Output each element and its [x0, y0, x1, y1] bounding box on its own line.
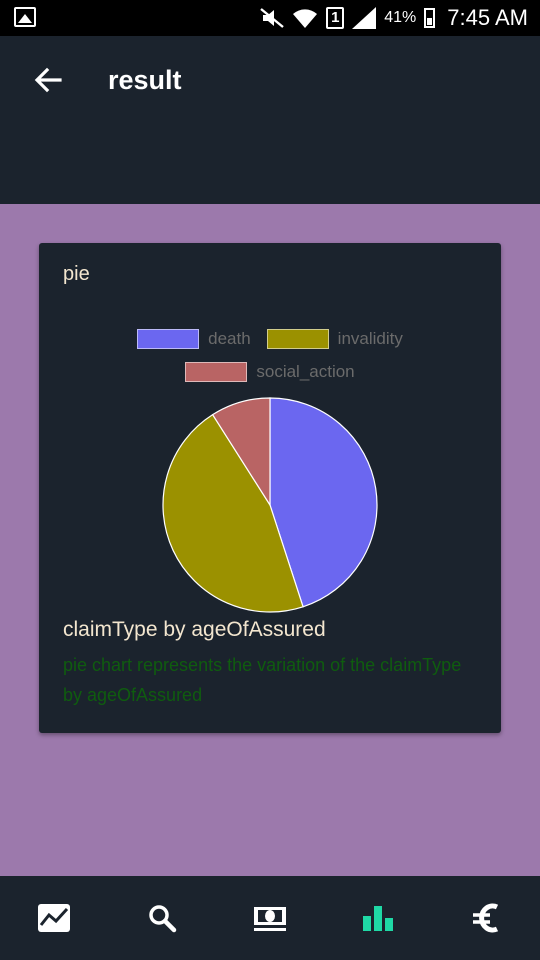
chart-legend: death invalidity social_action [39, 327, 501, 393]
status-icons: 1 41% 7:45 AM [260, 0, 528, 36]
wifi-icon [293, 9, 318, 28]
nav-trend-button[interactable] [27, 891, 81, 945]
pie-svg [162, 397, 378, 613]
nav-euro-button[interactable] [459, 891, 513, 945]
back-button[interactable] [30, 62, 66, 98]
chart-card: pie death invalidity social_action claim… [39, 243, 501, 733]
page-title: result [108, 65, 182, 95]
legend-item-death[interactable]: death [137, 329, 251, 349]
legend-item-social-action[interactable]: social_action [185, 362, 355, 382]
gallery-icon [14, 7, 36, 27]
legend-label: social_action [256, 362, 355, 381]
app-bar: result [0, 36, 540, 204]
nav-search-button[interactable] [135, 891, 189, 945]
money-icon [254, 907, 286, 931]
pie-chart [160, 395, 380, 615]
legend-label: death [208, 329, 251, 348]
clock: 7:45 AM [447, 5, 528, 30]
sim-slot-icon: 1 [326, 7, 345, 29]
legend-swatch [185, 362, 248, 382]
nav-money-button[interactable] [243, 891, 297, 945]
legend-row: social_action [39, 360, 501, 384]
signal-icon [352, 7, 377, 29]
status-bar: 1 41% 7:45 AM [0, 0, 540, 36]
battery-icon [424, 8, 436, 28]
bottom-nav [0, 876, 540, 960]
legend-swatch [137, 329, 200, 349]
arrow-left-icon [34, 67, 62, 93]
legend-row: death invalidity [39, 327, 501, 351]
legend-label: invalidity [337, 329, 403, 348]
euro-icon [473, 903, 499, 933]
search-icon [149, 905, 177, 933]
trend-chart-icon [38, 904, 70, 932]
bar-chart-icon [363, 906, 393, 931]
battery-percent: 41% [384, 9, 417, 26]
nav-bar-chart-button[interactable] [351, 891, 405, 945]
legend-item-invalidity[interactable]: invalidity [266, 329, 403, 349]
chart-caption: claimType by ageOfAssured [63, 618, 326, 641]
chart-description: pie chart represents the variation of th… [63, 655, 462, 705]
legend-swatch [266, 329, 329, 349]
card-title: pie [63, 263, 90, 285]
mute-icon [260, 8, 285, 28]
